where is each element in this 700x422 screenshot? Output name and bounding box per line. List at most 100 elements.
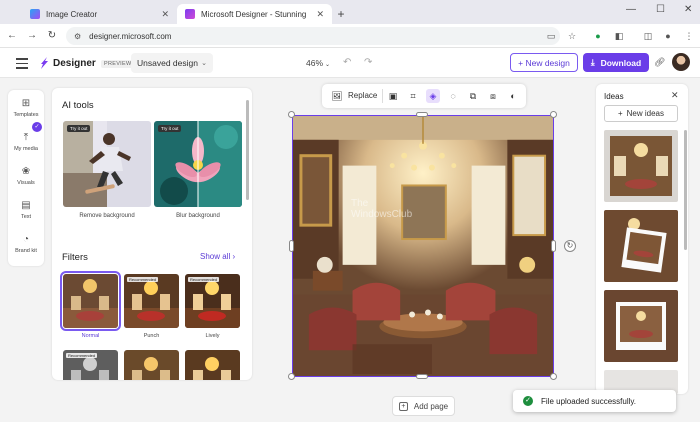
site-info-icon[interactable]: ⚙ bbox=[74, 32, 81, 41]
rotate-handle-icon[interactable]: ↻ bbox=[564, 240, 576, 252]
extensions-puzzle-icon[interactable]: ◧ bbox=[613, 30, 625, 42]
crop-icon[interactable]: ⌗ bbox=[406, 89, 420, 103]
recommended-tag: Recommended bbox=[188, 277, 220, 282]
add-page-button[interactable]: + Add page bbox=[392, 396, 455, 416]
bookmark-star-icon[interactable]: ☆ bbox=[566, 30, 578, 42]
add-icon: + bbox=[398, 401, 408, 411]
filters-heading: Filters bbox=[62, 252, 88, 263]
replace-button[interactable]: Replace bbox=[348, 91, 377, 100]
rail-label: My media bbox=[14, 146, 38, 152]
resize-handle-left[interactable] bbox=[289, 240, 294, 252]
maximize-icon[interactable]: ☐ bbox=[656, 4, 665, 15]
remove-background-card[interactable]: Try it out bbox=[63, 121, 151, 207]
filter-preview-image bbox=[124, 274, 179, 328]
filter-preview-image bbox=[185, 274, 240, 328]
new-ideas-button[interactable]: + New ideas bbox=[604, 105, 678, 122]
filter-vivid[interactable] bbox=[185, 350, 240, 380]
image-creator-favicon-icon bbox=[30, 9, 40, 19]
ideas-scrollbar[interactable] bbox=[684, 130, 687, 250]
frame-icon[interactable]: ⧉ bbox=[466, 89, 480, 103]
resize-handle-bottom[interactable] bbox=[416, 374, 428, 379]
sidebar-icon[interactable]: ◫ bbox=[642, 30, 654, 42]
watermark-text: The WindowsClub bbox=[351, 198, 413, 220]
filters-icon[interactable]: ◈ bbox=[426, 89, 440, 103]
app-brand: Designer bbox=[53, 58, 96, 69]
url-field[interactable]: ⚙ designer.microsoft.com bbox=[66, 27, 560, 45]
preview-badge: PREVIEW bbox=[101, 60, 135, 68]
cast-icon[interactable]: ▭ bbox=[545, 30, 557, 42]
new-design-button[interactable]: + New design bbox=[510, 53, 578, 72]
add-page-label: Add page bbox=[413, 401, 449, 411]
filter-grayscale[interactable]: Recommended bbox=[63, 350, 118, 380]
resize-handle-top-left[interactable] bbox=[288, 111, 295, 118]
remove-background-icon[interactable]: ▣ bbox=[386, 89, 400, 103]
document-name-dropdown[interactable]: Unsaved design ⌄ bbox=[131, 53, 213, 73]
rail-item-brand-kit[interactable]: ◔ Brand kit bbox=[8, 234, 44, 254]
resize-handle-bottom-left[interactable] bbox=[288, 373, 295, 380]
hamburger-menu-icon[interactable] bbox=[16, 58, 28, 72]
new-tab-icon[interactable]: + bbox=[332, 4, 350, 24]
close-tab-icon[interactable]: ✕ bbox=[161, 9, 169, 20]
idea-thumbnail[interactable] bbox=[604, 210, 678, 282]
reload-icon[interactable]: ↻ bbox=[42, 30, 62, 41]
upload-icon: ⤒ bbox=[23, 132, 29, 143]
rail-label: Brand kit bbox=[15, 248, 37, 254]
panel-scrollbar[interactable] bbox=[246, 100, 249, 200]
rail-item-visuals[interactable]: ❀ Visuals bbox=[8, 166, 44, 186]
zoom-dropdown[interactable]: 46% ⌄ bbox=[306, 58, 330, 68]
profile-icon[interactable]: ● bbox=[662, 30, 674, 42]
tab-microsoft-designer[interactable]: Microsoft Designer - Stunning ✕ bbox=[177, 4, 332, 24]
canvas-toolbar: 🖼︎ Replace ▣ ⌗ ◈ ◌ ⧉ ⧈ ◐ bbox=[322, 84, 526, 108]
filter-normal[interactable] bbox=[60, 271, 121, 331]
rail-item-text[interactable]: ▤ Text bbox=[8, 200, 44, 220]
redo-icon[interactable]: ↷ bbox=[364, 57, 372, 68]
designer-logo-icon bbox=[41, 57, 48, 69]
browser-menu-icon[interactable]: ⋮ bbox=[683, 30, 695, 42]
lasso-icon[interactable]: ◌ bbox=[446, 89, 460, 103]
canvas-image bbox=[293, 116, 553, 376]
chevron-down-icon: ⌄ bbox=[325, 62, 331, 68]
share-link-icon[interactable]: 🔗︎ bbox=[654, 57, 665, 68]
extension-icon[interactable]: ● bbox=[592, 30, 604, 42]
idea-thumbnail[interactable] bbox=[604, 290, 678, 362]
resize-handle-top-right[interactable] bbox=[550, 111, 557, 118]
forward-icon[interactable]: → bbox=[22, 30, 42, 41]
address-bar: ← → ↻ ⚙ designer.microsoft.com ▭ ☆ ● ◧ ◫… bbox=[0, 24, 700, 48]
undo-icon[interactable]: ↶ bbox=[343, 57, 351, 68]
recommended-tag: Recommended bbox=[127, 277, 159, 282]
filter-label: Normal bbox=[81, 333, 100, 339]
brand-kit-icon: ◔ bbox=[22, 234, 30, 245]
idea-thumbnail[interactable] bbox=[604, 130, 678, 202]
download-button[interactable]: ⤓ Download bbox=[583, 53, 649, 72]
filter-lively[interactable]: Recommended bbox=[185, 274, 240, 328]
back-icon[interactable]: ← bbox=[2, 30, 22, 41]
close-ideas-icon[interactable]: ✕ bbox=[671, 90, 679, 101]
minimize-icon[interactable]: — bbox=[626, 4, 636, 15]
close-window-icon[interactable]: ✕ bbox=[684, 4, 692, 15]
blur-background-card[interactable]: Try it out bbox=[154, 121, 242, 207]
show-all-link[interactable]: Show all › bbox=[200, 252, 235, 261]
replace-image-icon[interactable]: 🖼︎ bbox=[330, 89, 344, 103]
rail-item-templates[interactable]: ⊞ Templates bbox=[8, 98, 44, 118]
document-name: Unsaved design bbox=[137, 58, 198, 68]
arrange-icon[interactable]: ⧈ bbox=[486, 89, 500, 103]
ideas-heading: Ideas bbox=[604, 92, 624, 101]
rail-item-my-media[interactable]: ⤒ My media bbox=[8, 132, 44, 152]
resize-handle-bottom-right[interactable] bbox=[550, 373, 557, 380]
templates-icon: ⊞ bbox=[21, 98, 31, 109]
toolbar-divider bbox=[382, 89, 383, 103]
remove-background-image bbox=[63, 121, 151, 207]
close-tab-icon[interactable]: ✕ bbox=[316, 9, 324, 20]
tab-image-creator[interactable]: Image Creator ✕ bbox=[22, 4, 177, 24]
resize-handle-top[interactable] bbox=[416, 112, 428, 117]
filter-preview-image bbox=[63, 274, 118, 328]
resize-handle-right[interactable] bbox=[551, 240, 556, 252]
filter-warm[interactable] bbox=[124, 350, 179, 380]
design-canvas[interactable]: The WindowsClub bbox=[292, 115, 554, 377]
rail-label: Visuals bbox=[17, 180, 35, 186]
user-avatar[interactable] bbox=[672, 53, 690, 71]
filter-punch[interactable]: Recommended bbox=[124, 274, 179, 328]
adjust-contrast-icon[interactable]: ◐ bbox=[506, 89, 520, 103]
filter-preview-image bbox=[124, 350, 179, 380]
app-header: Designer PREVIEW Unsaved design ⌄ 46% ⌄ ↶… bbox=[0, 48, 700, 78]
